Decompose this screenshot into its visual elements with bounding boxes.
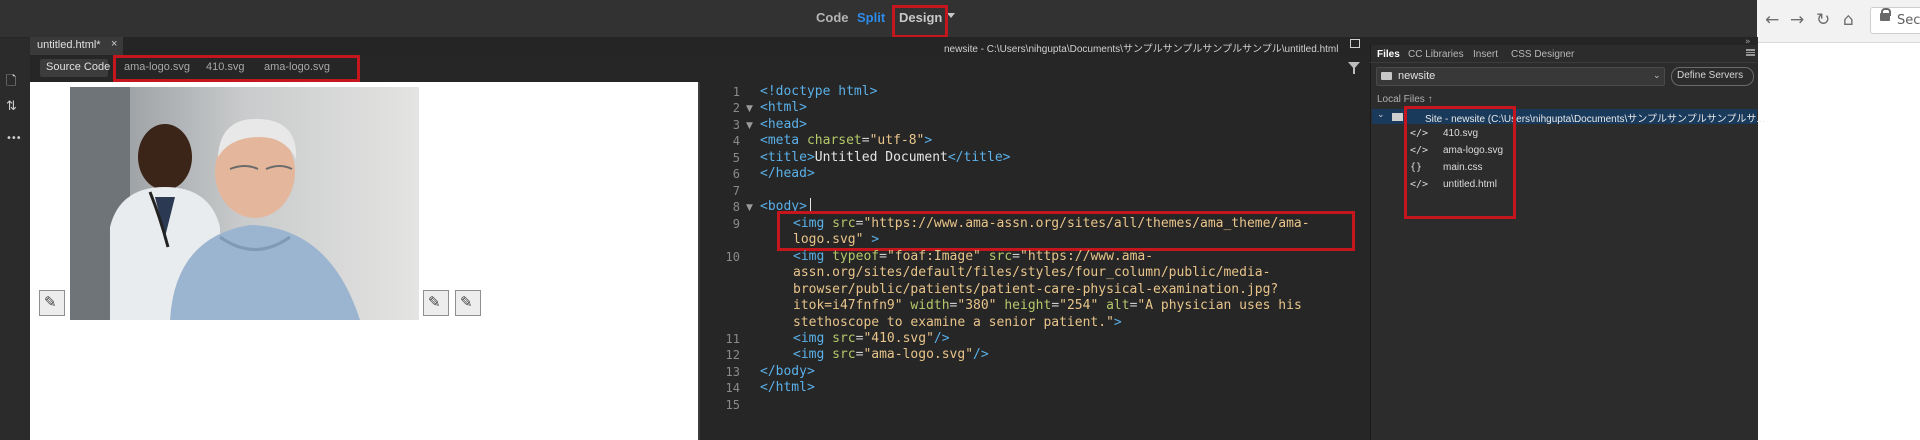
code-file-icon: </> xyxy=(1410,145,1429,156)
local-files-header[interactable]: Local Files ↑ xyxy=(1377,94,1433,105)
line-number: 9 xyxy=(732,217,740,231)
panel-menu-icon-bar xyxy=(1746,52,1755,53)
back-arrow-icon[interactable]: ← xyxy=(1765,10,1779,30)
code-file-icon: </> xyxy=(1410,179,1429,190)
source-code-label: Source Code xyxy=(46,61,111,73)
sort-icon[interactable]: ⇅ xyxy=(6,99,17,114)
code-view-button[interactable]: Code xyxy=(816,10,849,25)
line-number: 10 xyxy=(725,250,740,264)
tab-insert[interactable]: Insert xyxy=(1473,49,1498,60)
code-line: logo.svg" > xyxy=(793,232,880,247)
file-icon[interactable]: 🗋 xyxy=(6,72,16,94)
line-number: 12 xyxy=(725,348,740,362)
forward-arrow-icon[interactable]: → xyxy=(1790,10,1804,30)
code-line: <img src="ama-logo.svg"/> xyxy=(793,347,989,362)
folder-icon xyxy=(1392,113,1403,121)
split-view-button[interactable]: Split xyxy=(857,10,885,25)
line-number: 5 xyxy=(732,151,740,165)
text-cursor xyxy=(810,198,811,212)
open-in-window-icon[interactable] xyxy=(1350,39,1360,48)
broken-image-icon[interactable]: ✎ xyxy=(39,290,65,316)
code-line: <img typeof="foaf:Image" src="https://ww… xyxy=(793,249,1154,264)
tab-divider xyxy=(1370,62,1757,63)
code-line: <meta charset="utf-8"> xyxy=(760,133,933,148)
reload-icon[interactable]: ↻ xyxy=(1816,10,1830,30)
document-tab-label: untitled.html* xyxy=(37,39,101,51)
more-options-icon[interactable]: ••• xyxy=(6,133,22,144)
code-file-icon: </> xyxy=(1410,128,1429,139)
line-number: 4 xyxy=(732,134,740,148)
home-icon[interactable]: ⌂ xyxy=(1843,10,1854,30)
chevron-down-icon[interactable]: ⌄ xyxy=(1377,110,1385,120)
site-root-label: Site - newsite (C:\Users\nihgupta\Docume… xyxy=(1425,114,1765,125)
code-line: <title>Untitled Document</title> xyxy=(760,150,1011,165)
line-number: 7 xyxy=(732,184,740,198)
file-item-main-css[interactable]: main.css xyxy=(1443,162,1482,173)
collapse-panel-icon[interactable]: » xyxy=(1745,37,1751,47)
define-servers-label: Define Servers xyxy=(1677,70,1744,81)
line-number: 15 xyxy=(725,398,740,412)
line-number: 11 xyxy=(725,332,740,346)
file-item-410[interactable]: 410.svg xyxy=(1443,128,1478,139)
view-mode-dropdown-icon[interactable] xyxy=(947,13,955,18)
fold-arrow-icon[interactable]: ▼ xyxy=(746,203,753,213)
code-line: browser/public/patients/patient-care-phy… xyxy=(793,282,1279,297)
tab-cc-libraries[interactable]: CC Libraries xyxy=(1408,49,1464,60)
file-item-untitled-html[interactable]: untitled.html xyxy=(1443,179,1497,190)
fold-arrow-icon[interactable]: ▼ xyxy=(746,104,753,114)
css-file-icon: {} xyxy=(1410,162,1423,173)
site-dropdown-value: newsite xyxy=(1398,70,1436,82)
filter-icon-stem xyxy=(1353,68,1355,74)
document-path: newsite - C:\Users\nihgupta\Documents\サン… xyxy=(944,44,1339,55)
code-line: assn.org/sites/default/files/styles/four… xyxy=(793,265,1271,280)
code-line: </html> xyxy=(760,380,815,395)
line-number: 13 xyxy=(725,365,740,379)
code-line: <head> xyxy=(760,117,807,132)
related-file-ama-logo-2[interactable]: ama-logo.svg xyxy=(264,61,330,73)
code-line: </body> xyxy=(760,364,815,379)
address-bar-text: Secu xyxy=(1897,13,1920,28)
folder-icon xyxy=(1381,72,1392,80)
broken-image-icon-ama-logo[interactable]: ✎ xyxy=(455,290,481,316)
line-number: 2 xyxy=(732,101,740,115)
code-line: itok=i47fnfn9" width="380" height="254" … xyxy=(793,298,1302,313)
design-view-button[interactable]: Design xyxy=(899,10,942,25)
fold-arrow-icon[interactable]: ▼ xyxy=(746,121,753,131)
panel-header-strip xyxy=(1370,37,1757,45)
line-number: 8 xyxy=(732,200,740,214)
related-file-ama-logo[interactable]: ama-logo.svg xyxy=(124,61,190,73)
file-item-ama-logo[interactable]: ama-logo.svg xyxy=(1443,145,1503,156)
browser-window xyxy=(1757,0,1920,440)
broken-image-icon-410[interactable]: ✎ xyxy=(423,290,449,316)
patient-examination-photo[interactable] xyxy=(70,87,419,320)
code-line: <img src="410.svg"/> xyxy=(793,331,950,346)
chevron-down-icon[interactable]: ⌄ xyxy=(1653,71,1661,81)
line-number: 6 xyxy=(732,167,740,181)
code-line: </head> xyxy=(760,166,815,181)
line-number: 14 xyxy=(725,381,740,395)
tab-css-designer[interactable]: CSS Designer xyxy=(1511,49,1574,60)
tab-files[interactable]: Files xyxy=(1377,49,1400,60)
code-line: <body> xyxy=(760,199,807,214)
photo-illustration xyxy=(70,87,419,320)
line-number: 1 xyxy=(732,85,740,99)
code-line: <html> xyxy=(760,100,807,115)
close-tab-icon[interactable]: × xyxy=(111,38,117,50)
code-line: stethoscope to examine a senior patient.… xyxy=(793,315,1122,330)
code-line: <!doctype html> xyxy=(760,84,878,99)
related-file-410[interactable]: 410.svg xyxy=(206,61,245,73)
code-line: <img src="https://www.ama-assn.org/sites… xyxy=(793,216,1310,231)
lock-icon xyxy=(1880,13,1890,21)
line-number: 3 xyxy=(732,118,740,132)
